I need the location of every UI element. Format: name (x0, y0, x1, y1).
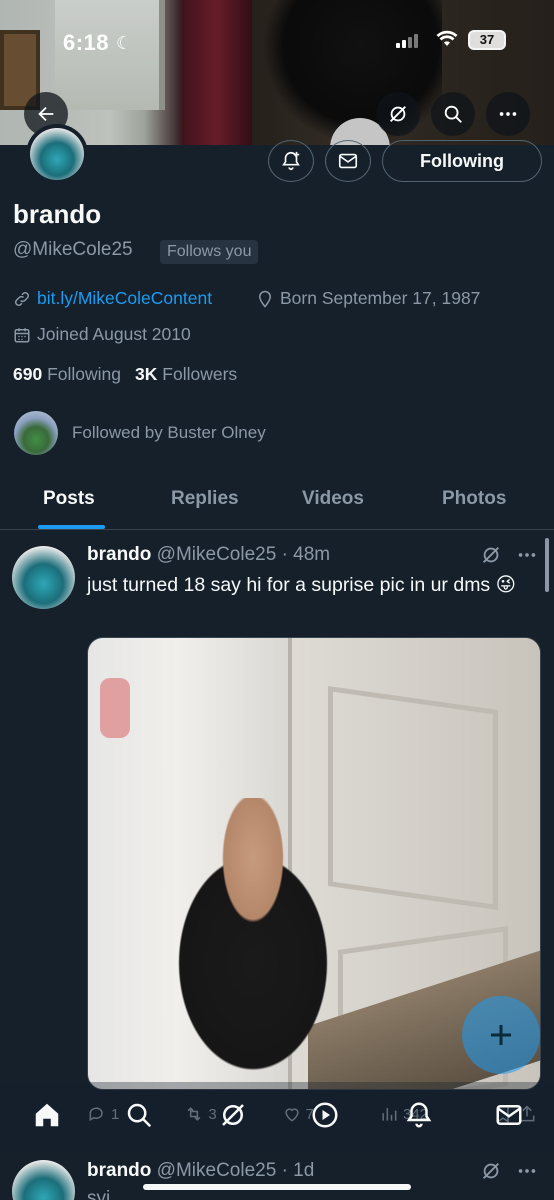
tab-replies[interactable]: Replies (171, 488, 239, 510)
compose-icon (491, 1025, 511, 1045)
profile-joined-text: Joined August 2010 (37, 324, 191, 344)
grok-icon[interactable] (480, 1160, 502, 1182)
follows-you-badge: Follows you (160, 240, 259, 264)
post-text: syi (87, 1188, 111, 1200)
profile-birthday: Born September 17, 1987 (256, 288, 480, 309)
following-button[interactable]: Following (382, 140, 542, 182)
nav-messages[interactable] (492, 1098, 526, 1132)
post-handle-time: @MikeCole25 · 1d (156, 1160, 315, 1181)
grok-button[interactable] (376, 92, 420, 136)
search-icon (444, 105, 462, 123)
post-avatar[interactable] (12, 1160, 75, 1200)
nav-explore[interactable] (122, 1098, 156, 1132)
post-text: just turned 18 say hi for a suprise pic … (87, 574, 516, 596)
notification-plus-icon (282, 151, 300, 171)
location-icon (258, 290, 272, 308)
profile-avatar[interactable] (26, 124, 88, 184)
following-count-link[interactable]: 690 Following (13, 364, 121, 385)
grok-icon (222, 1104, 244, 1126)
media-person (138, 798, 368, 1089)
post-author-name[interactable]: brando (87, 1160, 151, 1181)
mail-icon (338, 153, 358, 169)
followers-count: 3K (135, 364, 158, 384)
active-tab-indicator (38, 525, 105, 529)
back-icon (38, 106, 54, 122)
status-time: 6:18 (63, 30, 110, 55)
following-count: 690 (13, 364, 43, 384)
message-button[interactable] (325, 140, 371, 182)
nav-grok[interactable] (216, 1098, 250, 1132)
followers-label: Followers (162, 364, 238, 384)
home-indicator[interactable] (143, 1184, 411, 1190)
following-label: Following (47, 364, 122, 384)
follow-counts: 690 Following 3K Followers (13, 364, 237, 385)
search-button[interactable] (431, 92, 475, 136)
notifications-button[interactable] (268, 140, 314, 182)
post-avatar[interactable] (12, 546, 75, 609)
followed-by-text: Followed by Buster Olney (72, 423, 266, 442)
more-icon[interactable] (516, 544, 538, 566)
link-icon (14, 291, 30, 306)
profile-handle: @MikeCole25 (13, 239, 133, 260)
more-button[interactable] (486, 92, 530, 136)
followed-by[interactable]: Followed by Buster Olney (14, 411, 266, 455)
post-header-actions (480, 544, 538, 566)
profile-link[interactable]: bit.ly/MikeColeContent (13, 288, 212, 309)
more-icon[interactable] (516, 1160, 538, 1182)
profile-birthday-text: Born September 17, 1987 (280, 288, 481, 308)
grok-icon[interactable] (480, 544, 502, 566)
bottom-navigation (0, 1082, 554, 1152)
battery-indicator: 37 (468, 30, 506, 50)
calendar-icon (14, 327, 30, 342)
scrollbar[interactable] (545, 538, 549, 592)
followers-count-link[interactable]: 3K Followers (135, 364, 237, 385)
status-bar: 6:18 ☾ 37 (0, 22, 554, 62)
more-icon (499, 112, 517, 116)
post-header-actions (480, 1160, 538, 1182)
tab-videos[interactable]: Videos (302, 488, 364, 510)
display-name: brando (13, 199, 102, 229)
signal-icon (396, 32, 418, 48)
profile-link-text[interactable]: bit.ly/MikeColeContent (37, 288, 212, 309)
post-header: brando @MikeCole25 · 48m (87, 544, 330, 566)
compose-button[interactable] (462, 996, 540, 1074)
nav-video[interactable] (308, 1098, 342, 1132)
media-towel (100, 678, 130, 738)
nav-notifications[interactable] (402, 1098, 436, 1132)
followed-by-avatar (14, 411, 58, 455)
tab-photos[interactable]: Photos (442, 488, 506, 510)
messages-icon (496, 1105, 522, 1125)
video-icon (312, 1102, 338, 1128)
profile-joined: Joined August 2010 (13, 324, 191, 345)
grok-icon (390, 106, 406, 122)
explore-icon (127, 1103, 152, 1128)
home-icon (35, 1103, 59, 1127)
nav-home[interactable] (30, 1098, 64, 1132)
wifi-icon (436, 30, 458, 46)
tab-posts[interactable]: Posts (43, 488, 95, 510)
post-author-name[interactable]: brando (87, 544, 151, 565)
bell-icon (406, 1102, 432, 1128)
focus-moon-icon: ☾ (116, 33, 133, 53)
post-handle-time: @MikeCole25 · 48m (156, 544, 331, 565)
post-header: brando @MikeCole25 · 1d (87, 1160, 314, 1182)
profile-tabs: Posts Replies Videos Photos (0, 476, 554, 530)
